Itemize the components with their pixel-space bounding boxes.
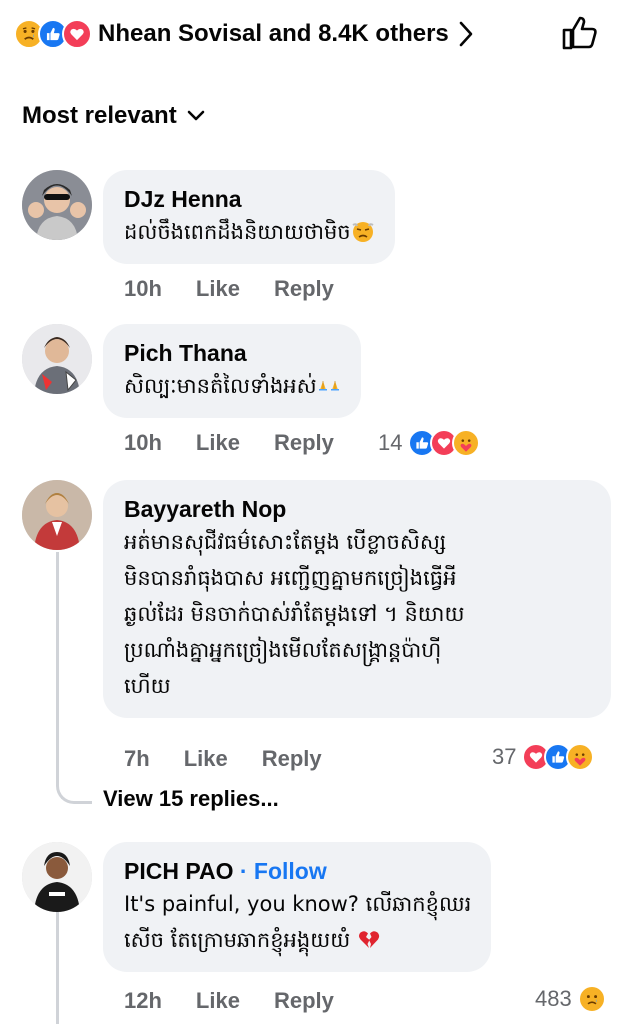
- like-button[interactable]: Like: [184, 746, 228, 772]
- thread-line: [56, 552, 59, 772]
- sad-reaction-icon: [577, 985, 606, 1013]
- comment-line: It's painful, you know? លើឆាកខ្ញុំឈរ: [124, 892, 472, 916]
- comment-bubble[interactable]: PICH PAO · Follow It's painful, you know…: [103, 842, 492, 972]
- comment-actions: 10h Like Reply: [124, 426, 368, 460]
- comment-line: សើច តែក្រោមឆាកខ្ញុំអង្គុយយំ: [124, 922, 471, 958]
- reactions-summary[interactable]: Nhean Sovisal and 8.4K others: [14, 14, 475, 54]
- comment-line: ហើយ: [124, 674, 171, 698]
- comment-line: មិនបានរាំធុងបាស អញ្ជើញគ្នាមកច្រៀងធ្វើអី: [124, 566, 457, 590]
- care-reaction-icon: [452, 429, 481, 457]
- reaction-count: 14: [378, 430, 403, 455]
- care-reaction-icon: [566, 743, 595, 771]
- comment-text: សិល្បៈមានតំលៃទាំងអស់: [124, 368, 341, 404]
- comment-actions: 7h Like Reply: [124, 742, 356, 776]
- comment-line: អត់មានសុជីវធម៌សោះតែម្តង បើខ្លាចសិស្ស: [124, 530, 447, 554]
- comment-line-text: សើច តែក្រោមឆាកខ្ញុំអង្គុយយំ: [124, 928, 351, 952]
- comment-bubble[interactable]: Bayyareth Nop អត់មានសុជីវធម៌សោះតែម្តង បើ…: [103, 480, 611, 718]
- reactions-summary-text: Nhean Sovisal and 8.4K others: [98, 20, 449, 47]
- avatar-pich-thana[interactable]: [22, 324, 92, 394]
- comment-reactions[interactable]: 14: [378, 426, 481, 460]
- comment-text: It's painful, you know? លើឆាកខ្ញុំឈរ សើច…: [124, 886, 471, 958]
- praying-hands-emoji-icon: [318, 381, 339, 391]
- comment-reactions[interactable]: 37: [492, 740, 595, 774]
- like-button[interactable]: Like: [196, 988, 240, 1014]
- angry-sweat-emoji-icon: [352, 222, 374, 242]
- reaction-count: 37: [492, 744, 517, 769]
- comment-line: ឆ្ងល់ដែរ មិនចាក់បាស់រាំតែម្តងទៅ ។ និយាយ: [124, 602, 465, 626]
- comment-text-content: សិល្បៈមានតំលៃទាំងអស់: [124, 374, 317, 398]
- chevron-right-icon: [459, 21, 473, 47]
- comment-text: អត់មានសុជីវធម៌សោះតែម្តង បើខ្លាចសិស្ស មិន…: [124, 524, 591, 704]
- reaction-count: 483: [535, 986, 572, 1011]
- broken-heart-emoji-icon: [358, 931, 380, 948]
- avatar-pich-pao[interactable]: [22, 842, 92, 912]
- reaction-icons: [14, 19, 92, 49]
- comment-text: ដល់ចឹងពេកដឹងនិយាយថាមិច: [124, 214, 375, 250]
- comment-actions: 12h Like Reply: [124, 984, 368, 1018]
- view-replies-link[interactable]: View 15 replies...: [103, 786, 279, 812]
- reply-button[interactable]: Reply: [274, 430, 334, 456]
- avatar-djz-henna[interactable]: [22, 170, 92, 240]
- thread-connector: [56, 770, 92, 804]
- comment-bubble[interactable]: Pich Thana សិល្បៈមានតំលៃទាំងអស់: [103, 324, 361, 418]
- avatar-bayyareth-nop[interactable]: [22, 480, 92, 550]
- sort-dropdown[interactable]: Most relevant: [22, 102, 205, 130]
- comment-text-content: ដល់ចឹងពេកដឹងនិយាយថាមិច: [124, 220, 351, 244]
- reply-button[interactable]: Reply: [262, 746, 322, 772]
- comment-time: 12h: [124, 988, 162, 1013]
- comment-actions: 10h Like Reply: [124, 272, 368, 306]
- thread-line: [56, 912, 59, 1024]
- comment-author[interactable]: Pich Thana: [124, 338, 341, 368]
- comment-author[interactable]: DJz Henna: [124, 184, 375, 214]
- comment-line: ប្រណាំងគ្នាអ្នកច្រៀងមើលតែសង្គ្រាន្តប៉ាហ៊…: [124, 638, 442, 662]
- comment-time: 10h: [124, 276, 162, 301]
- comment-author-row: PICH PAO · Follow: [124, 856, 471, 886]
- reply-button[interactable]: Reply: [274, 276, 334, 302]
- comment-time: 7h: [124, 746, 150, 771]
- reply-button[interactable]: Reply: [274, 988, 334, 1014]
- chevron-down-icon: [187, 110, 205, 121]
- sort-label: Most relevant: [22, 102, 177, 129]
- comment-reactions[interactable]: 483: [535, 982, 606, 1016]
- like-button[interactable]: Like: [196, 276, 240, 302]
- comment-bubble[interactable]: DJz Henna ដល់ចឹងពេកដឹងនិយាយថាមិច: [103, 170, 395, 264]
- follow-button[interactable]: · Follow: [240, 858, 327, 884]
- comment-author[interactable]: PICH PAO: [124, 858, 233, 884]
- comment-author[interactable]: Bayyareth Nop: [124, 494, 591, 524]
- like-thumb-icon[interactable]: [560, 14, 600, 52]
- like-button[interactable]: Like: [196, 430, 240, 456]
- comment-time: 10h: [124, 430, 162, 455]
- love-reaction-icon: [62, 19, 92, 49]
